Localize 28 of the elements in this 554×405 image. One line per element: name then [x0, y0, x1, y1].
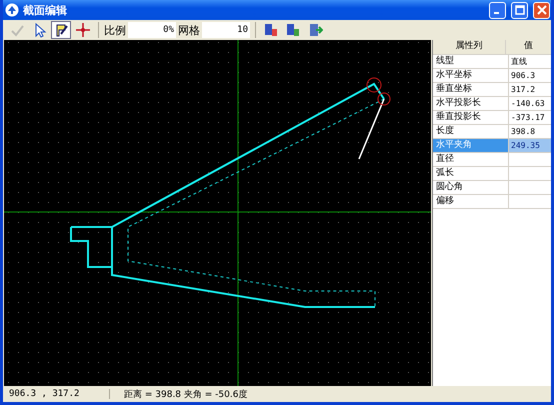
property-row[interactable]: 垂直投影长 -373.17 — [433, 111, 551, 125]
maximize-button[interactable] — [511, 2, 528, 18]
window-title: 截面编辑 — [23, 2, 68, 18]
column-header: 值 — [523, 40, 534, 53]
maximize-icon — [514, 5, 524, 15]
measure-text: 距离 = 398.8 夹角 = -50.6度 — [123, 388, 248, 400]
minimize-button[interactable] — [489, 2, 506, 18]
coordinates-text: 906.3 , 317.2 — [3, 389, 110, 399]
close-button[interactable] — [533, 2, 550, 18]
app-icon — [5, 3, 19, 17]
property-row[interactable]: 垂直坐标 317.2 — [433, 83, 551, 97]
property-row[interactable]: 水平坐标 906.3 — [433, 69, 551, 83]
property-row[interactable]: 直径 — [433, 153, 551, 167]
property-row[interactable]: 弧长 — [433, 167, 551, 181]
property-row[interactable]: 水平夹角 249.35 — [433, 139, 551, 153]
property-row[interactable]: 水平投影长 -140.63 — [433, 97, 551, 111]
crosshair-tool[interactable] — [73, 21, 93, 39]
field-label: 网格 — [178, 22, 200, 38]
property-row[interactable]: 线型 直线 — [433, 55, 551, 69]
input-field[interactable]: 0% — [128, 22, 176, 38]
property-row[interactable]: 圆心角 — [433, 181, 551, 195]
input-field[interactable]: 10 — [202, 22, 250, 38]
property-row[interactable]: 偏移 — [433, 195, 551, 209]
field-label: 比例 — [104, 22, 126, 38]
pencil-tool[interactable] — [51, 21, 71, 39]
minimize-icon — [494, 12, 498, 14]
column-header: 属性列 — [433, 40, 506, 54]
close-icon — [536, 5, 546, 15]
